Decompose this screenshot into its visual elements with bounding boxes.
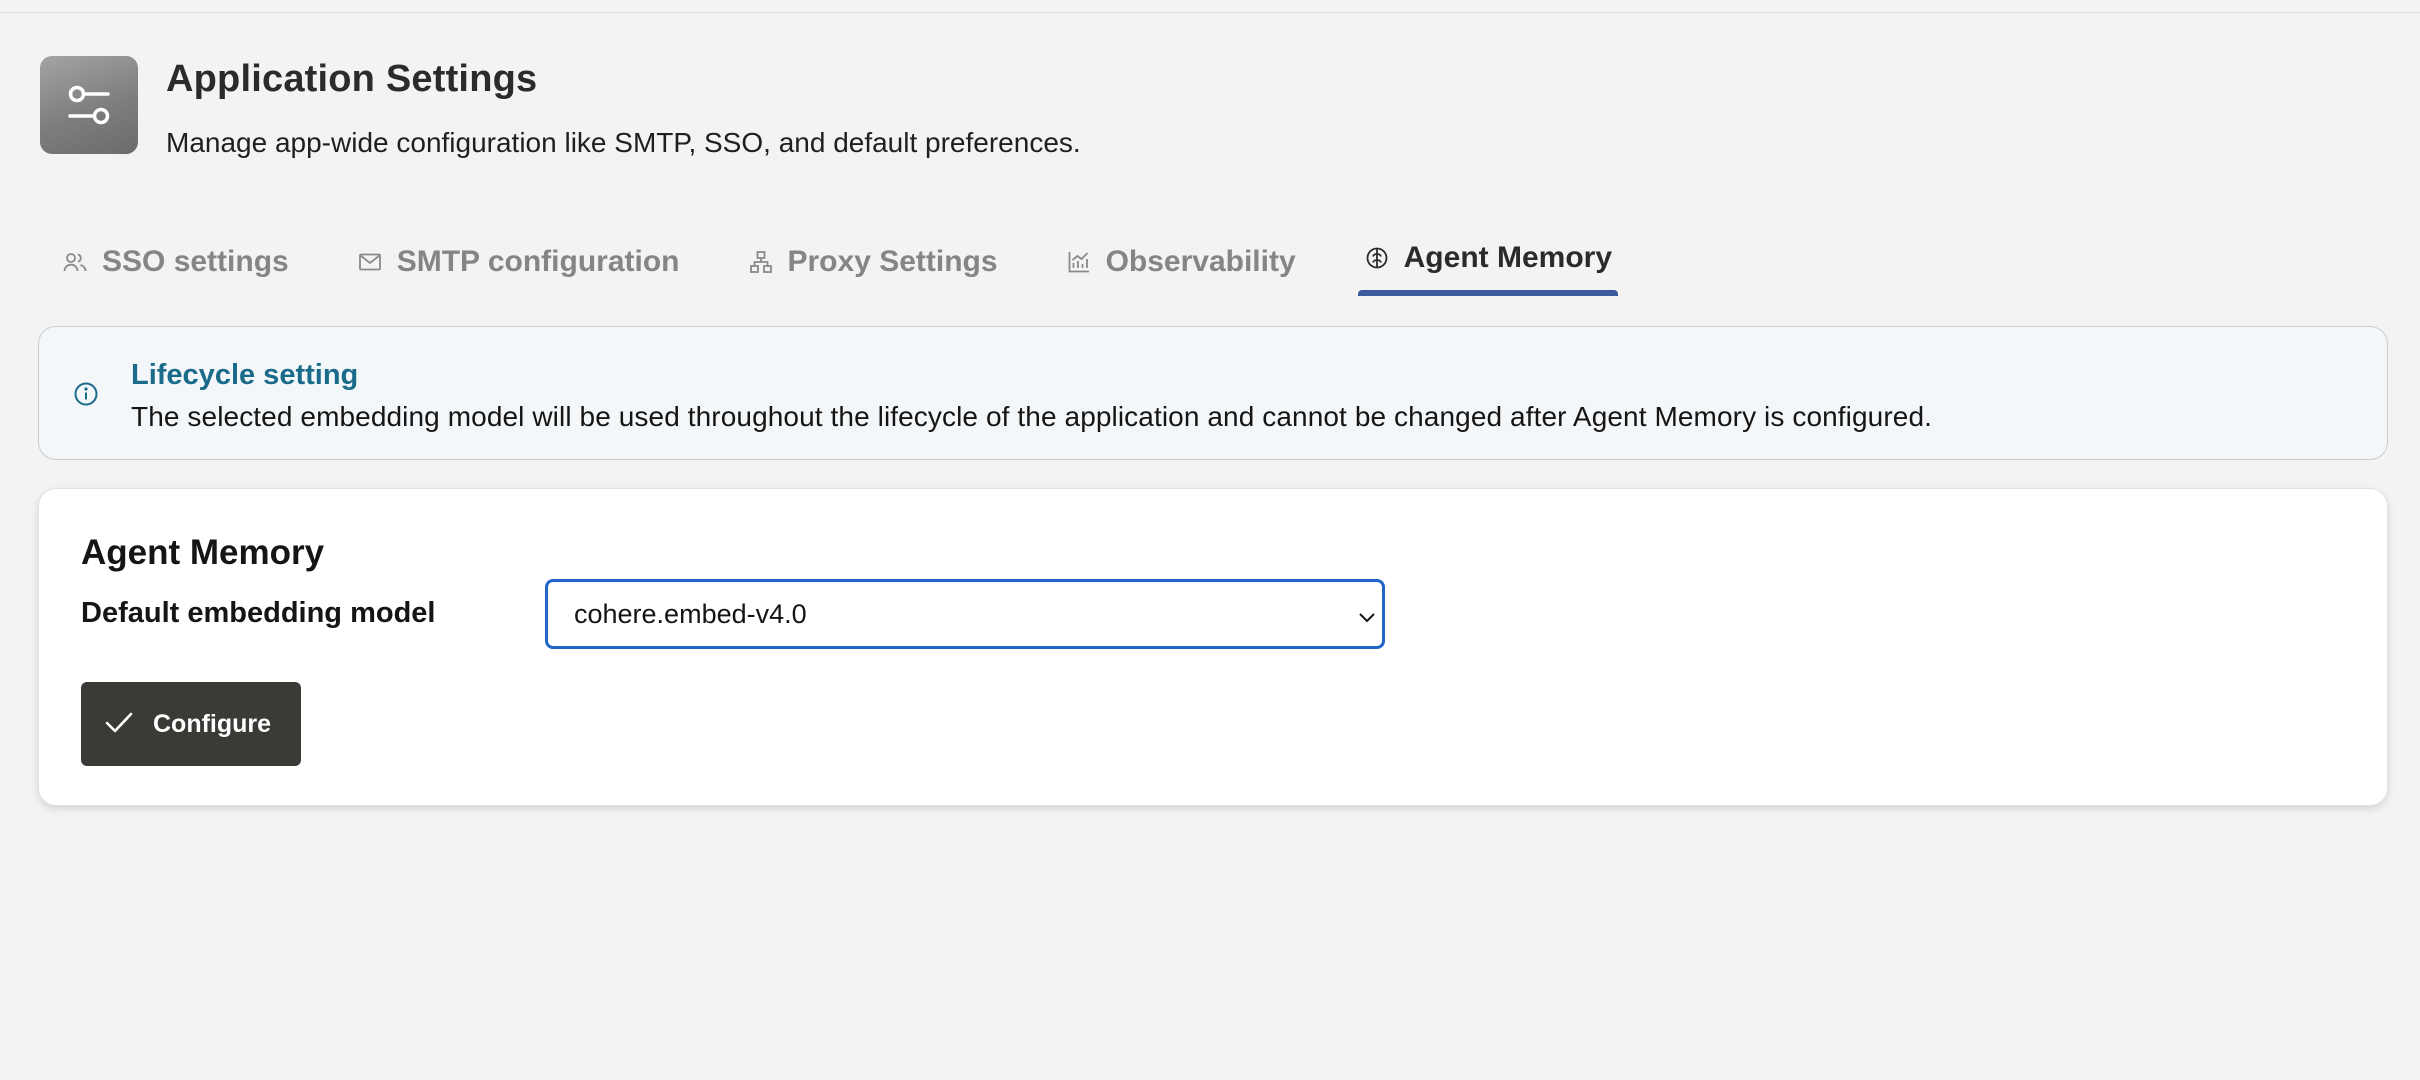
- tab-sso-settings[interactable]: SSO settings: [62, 230, 289, 294]
- configure-button-label: Configure: [153, 709, 272, 738]
- mail-icon: [357, 249, 383, 275]
- banner-text: The selected embedding model will be use…: [131, 401, 1932, 432]
- top-divider: [0, 0, 2420, 13]
- tab-smtp-configuration[interactable]: SMTP configuration: [357, 230, 680, 294]
- lifecycle-info-banner: Lifecycle setting The selected embedding…: [38, 326, 2388, 460]
- banner-title: Lifecycle setting: [131, 359, 359, 391]
- chevron-down-icon: [1356, 606, 1378, 628]
- tab-agent-memory[interactable]: Agent Memory: [1357, 226, 1619, 296]
- page-title: Application Settings: [166, 58, 538, 100]
- chart-icon: [1066, 249, 1092, 275]
- check-icon: [105, 712, 133, 737]
- info-icon: [73, 381, 99, 407]
- agent-memory-card: Agent Memory Default embedding model coh…: [38, 488, 2388, 806]
- page-subtitle: Manage app-wide configuration like SMTP,…: [166, 127, 1081, 158]
- select-value: cohere.embed-v4.0: [574, 598, 807, 629]
- tab-label: Observability: [1105, 245, 1296, 278]
- tab-label: SMTP configuration: [396, 245, 680, 278]
- embedding-model-select[interactable]: cohere.embed-v4.0: [545, 579, 1385, 649]
- network-icon: [748, 249, 774, 275]
- brain-icon: [1364, 245, 1390, 271]
- card-title: Agent Memory: [81, 533, 325, 572]
- settings-tabs: SSO settings SMTP configuration Proxy Se…: [62, 230, 1619, 300]
- users-icon: [62, 249, 88, 275]
- configure-button[interactable]: Configure: [81, 682, 301, 766]
- settings-sliders-icon: [40, 56, 138, 154]
- tab-label: Agent Memory: [1403, 241, 1612, 274]
- page-header: Application Settings Manage app-wide con…: [40, 56, 1081, 159]
- embedding-model-label: Default embedding model: [81, 597, 436, 629]
- tab-label: SSO settings: [102, 245, 289, 278]
- tab-proxy-settings[interactable]: Proxy Settings: [748, 230, 998, 294]
- tab-label: Proxy Settings: [787, 245, 998, 278]
- tab-observability[interactable]: Observability: [1066, 230, 1296, 294]
